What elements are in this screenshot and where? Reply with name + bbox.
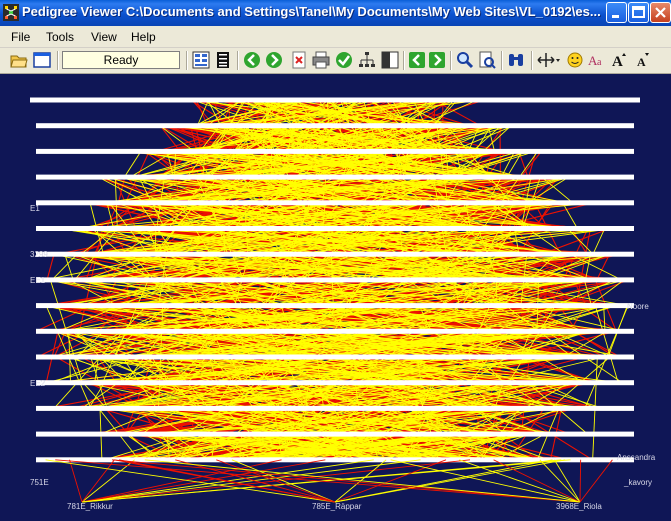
- generation-row[interactable]: [36, 277, 634, 283]
- generation-row[interactable]: [30, 97, 640, 103]
- maximize-button[interactable]: [628, 2, 649, 23]
- prev-page-icon[interactable]: [408, 51, 426, 69]
- generation-row[interactable]: [36, 226, 634, 231]
- svg-text:A: A: [612, 54, 623, 69]
- generation-row[interactable]: [36, 251, 634, 257]
- node-label[interactable]: 785E_Räppar: [312, 502, 361, 511]
- node-label[interactable]: _kavory: [624, 478, 652, 487]
- svg-text:a: a: [597, 57, 602, 68]
- generation-row[interactable]: [36, 174, 634, 180]
- font-larger-icon[interactable]: A: [611, 51, 629, 69]
- node-label[interactable]: 751E: [30, 478, 49, 487]
- next-page-icon[interactable]: [428, 51, 446, 69]
- open-folder-icon[interactable]: [10, 51, 28, 69]
- node-label[interactable]: Anssandra: [617, 453, 655, 462]
- generation-row[interactable]: [36, 303, 634, 309]
- pedigree-link: [594, 305, 619, 383]
- font-smaller-icon[interactable]: A: [634, 51, 652, 69]
- smiley-icon[interactable]: [566, 51, 584, 69]
- menu-help[interactable]: Help: [131, 30, 156, 44]
- generation-row[interactable]: [36, 405, 634, 411]
- pedigree-link: [144, 459, 581, 503]
- font-style-icon[interactable]: A a: [588, 51, 606, 69]
- find-document-icon[interactable]: [478, 51, 496, 69]
- film-icon[interactable]: [214, 51, 232, 69]
- maximize-icon: [632, 6, 645, 18]
- menu-bar: File Tools View Help: [0, 26, 671, 48]
- node-label[interactable]: 3299: [30, 250, 48, 259]
- generation-row[interactable]: [36, 148, 634, 154]
- pedigree-canvas[interactable]: 781E_Rikkur 785E_Räppar 3968E_Riola 3299…: [0, 74, 671, 521]
- pedigree-link: [579, 459, 582, 503]
- toolbar-separator: [450, 51, 452, 70]
- title-bar: Pedigree Viewer C:\Documents and Setting…: [0, 0, 671, 26]
- node-label[interactable]: EE1: [30, 276, 45, 285]
- pedigree-link: [46, 254, 55, 281]
- contrast-icon[interactable]: [381, 51, 399, 69]
- move-arrows-icon[interactable]: [537, 51, 561, 69]
- close-button[interactable]: [650, 2, 671, 23]
- pedigree-link: [45, 459, 336, 503]
- close-icon: [655, 7, 666, 18]
- toolbar: Ready A a A A: [0, 48, 671, 74]
- check-icon[interactable]: [335, 51, 353, 69]
- pedigree-link: [69, 459, 83, 503]
- search-icon[interactable]: [456, 51, 474, 69]
- pedigree-graph[interactable]: [0, 74, 671, 521]
- menu-file[interactable]: File: [11, 30, 30, 44]
- back-arrow-icon[interactable]: [243, 51, 261, 69]
- minimize-icon: [612, 15, 619, 18]
- pedigree-link: [175, 459, 336, 503]
- generation-row[interactable]: [36, 380, 634, 386]
- generation-row[interactable]: [36, 200, 634, 206]
- window-icon[interactable]: [33, 51, 51, 69]
- toolbar-separator: [531, 51, 533, 70]
- pedigree-link: [123, 151, 142, 178]
- svg-text:A: A: [637, 55, 646, 69]
- delete-icon[interactable]: [290, 51, 308, 69]
- node-label[interactable]: E1: [30, 204, 40, 213]
- forward-arrow-icon[interactable]: [265, 51, 283, 69]
- node-label[interactable]: 781E_Rikkur: [67, 502, 113, 511]
- window-title: Pedigree Viewer C:\Documents and Setting…: [22, 4, 601, 19]
- toolbar-separator: [237, 51, 239, 70]
- pedigree-link: [579, 459, 613, 503]
- pedigree-link: [114, 459, 336, 503]
- node-label[interactable]: Noore: [627, 302, 649, 311]
- generation-row[interactable]: [36, 354, 634, 360]
- print-icon[interactable]: [312, 51, 330, 69]
- menu-view[interactable]: View: [91, 30, 117, 44]
- node-label[interactable]: EE2: [30, 379, 45, 388]
- toolbar-separator: [186, 51, 188, 70]
- generation-row[interactable]: [36, 431, 634, 437]
- generation-row[interactable]: [36, 123, 634, 129]
- generation-row[interactable]: [36, 328, 634, 334]
- status-field: Ready: [62, 51, 180, 69]
- toolbar-separator: [501, 51, 503, 70]
- binoculars-icon[interactable]: [507, 51, 525, 69]
- node-label[interactable]: 3968E_Riola: [556, 502, 602, 511]
- pedigree-link: [334, 459, 447, 503]
- tree-icon[interactable]: [358, 51, 376, 69]
- pedigree-app-icon: [3, 4, 19, 21]
- pedigree-link: [562, 202, 578, 229]
- toolbar-separator: [57, 51, 59, 70]
- layout-icon[interactable]: [192, 51, 210, 69]
- menu-tools[interactable]: Tools: [46, 30, 74, 44]
- minimize-button[interactable]: [606, 2, 627, 23]
- toolbar-separator: [403, 51, 405, 70]
- pedigree-link: [539, 459, 581, 503]
